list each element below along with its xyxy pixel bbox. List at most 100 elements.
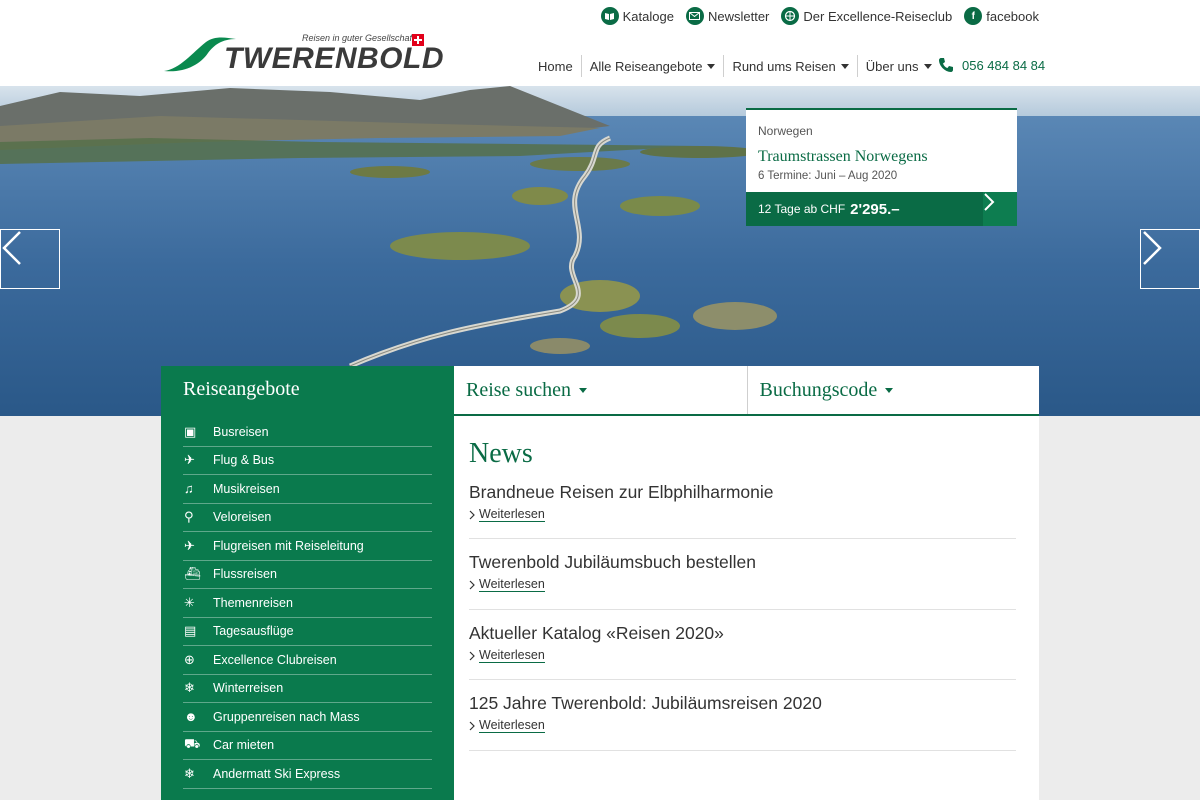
read-more-link[interactable]: Weiterlesen (469, 577, 545, 592)
main-nav: Home Alle Reiseangebote Rund ums Reisen … (530, 55, 940, 77)
news-heading: News (469, 438, 533, 469)
music-icon: ♫ (184, 481, 194, 497)
hero-teaser-card[interactable]: Norwegen Traumstrassen Norwegens 6 Termi… (746, 108, 1017, 226)
catalogs-link[interactable]: Kataloge (600, 7, 674, 25)
news-item: Brandneue Reisen zur Elbphilharmonie Wei… (469, 482, 1016, 539)
news-title[interactable]: Brandneue Reisen zur Elbphilharmonie (469, 482, 1016, 503)
chevron-right-icon (469, 580, 475, 589)
news-title[interactable]: Twerenbold Jubiläumsbuch bestellen (469, 552, 1016, 573)
teaser-region: Norwegen (758, 124, 813, 138)
bicycle-icon: ⚲ (184, 509, 194, 525)
facebook-link[interactable]: f facebook (964, 7, 1039, 25)
sidebar-item-label: Car mieten (213, 738, 275, 753)
club-icon: ⊕ (184, 651, 195, 667)
teaser-price: 2'295.– (850, 200, 900, 218)
book-icon (600, 7, 619, 25)
chevron-right-icon (984, 193, 995, 211)
teaser-price-bar[interactable]: 12 Tage ab CHF 2'295.– (746, 192, 1017, 226)
excellence-club-link[interactable]: Der Excellence-Reiseclub (781, 7, 952, 25)
chevron-right-icon (1143, 231, 1162, 265)
sidebar-item-label: Flug & Bus (213, 453, 275, 468)
sidebar-item-label: Winterreisen (213, 681, 284, 696)
sparkle-icon: ✳ (184, 594, 195, 610)
slider-prev-button[interactable] (0, 229, 60, 289)
nav-alle-reiseangebote[interactable]: Alle Reiseangebote (580, 55, 724, 77)
chevron-down-icon (707, 63, 716, 69)
news-title[interactable]: Aktueller Katalog «Reisen 2020» (469, 623, 1016, 644)
sidebar-item-veloreisen[interactable]: ⚲ Veloreisen (183, 504, 432, 532)
sidebar-item-flug-bus[interactable]: ✈ Flug & Bus (183, 447, 432, 475)
teaser-title[interactable]: Traumstrassen Norwegens (758, 148, 928, 166)
plane-bus-icon: ✈ (184, 452, 195, 468)
nav-rund-ums-reisen[interactable]: Rund ums Reisen (723, 55, 856, 77)
utility-links: Kataloge Newsletter Der Excellence-Reise… (600, 7, 1039, 25)
ticket-icon: ▤ (184, 623, 197, 639)
newsletter-link[interactable]: Newsletter (685, 7, 770, 25)
facebook-icon: f (964, 7, 983, 25)
read-more-label: Weiterlesen (479, 507, 545, 522)
sidebar-item-label: Veloreisen (213, 510, 272, 525)
nav-ueber-uns-label: Über uns (865, 58, 919, 74)
chevron-down-icon (923, 63, 932, 69)
sidebar-item-flussreisen[interactable]: ⛴ Flussreisen (183, 561, 432, 589)
teaser-go-button[interactable] (983, 192, 1017, 226)
excellence-club-label: Der Excellence-Reiseclub (803, 8, 953, 24)
tab-reise-suchen[interactable]: Reise suchen (454, 366, 747, 414)
newsletter-label: Newsletter (707, 8, 770, 24)
sidebar-item-label: Andermatt Ski Express (213, 766, 341, 781)
sidebar-item-musikreisen[interactable]: ♫ Musikreisen (183, 475, 432, 504)
teaser-price-prefix: 12 Tage ab CHF (758, 202, 846, 216)
slider-next-button[interactable] (1140, 229, 1200, 289)
sidebar-item-label: Excellence Clubreisen (213, 652, 337, 667)
bus-icon: ▣ (184, 423, 197, 439)
sidebar-title: Reiseangebote (183, 378, 300, 400)
tab-buchungscode-label: Buchungscode (759, 378, 878, 401)
sidebar-item-car-mieten[interactable]: ⛟ Car mieten (183, 732, 432, 760)
read-more-link[interactable]: Weiterlesen (469, 507, 545, 522)
sidebar-item-label: Themenreisen (213, 595, 293, 610)
group-icon: ☻ (184, 709, 198, 725)
nav-rund-ums-reisen-label: Rund ums Reisen (732, 58, 836, 74)
sidebar-item-label: Musikreisen (213, 481, 280, 496)
sidebar-item-label: Flugreisen mit Reiseleitung (213, 538, 364, 553)
envelope-icon (685, 7, 704, 25)
snowflake-icon: ❄ (184, 765, 195, 781)
sidebar-item-gruppenreisen[interactable]: ☻ Gruppenreisen nach Mass (183, 703, 432, 732)
car-icon: ⛟ (184, 736, 201, 752)
sidebar-item-winterreisen[interactable]: ❄ Winterreisen (183, 675, 432, 703)
logo-wordmark: TWERENBOLD (224, 42, 444, 75)
ship-icon: ⛴ (184, 566, 201, 582)
plane-icon: ✈ (184, 537, 195, 553)
travel-offers-sidebar: Reiseangebote ▣ Busreisen ✈ Flug & Bus ♫ Mu… (161, 366, 454, 800)
sidebar-item-andermatt-ski-express[interactable]: ❄ Andermatt Ski Express (183, 760, 432, 789)
nav-ueber-uns[interactable]: Über uns (856, 55, 940, 77)
search-tabs: Reise suchen Buchungscode (454, 366, 1039, 416)
sidebar-item-themenreisen[interactable]: ✳ Themenreisen (183, 589, 432, 618)
news-section: News Brandneue Reisen zur Elbphilharmoni… (454, 416, 1039, 800)
sidebar-item-busreisen[interactable]: ▣ Busreisen (183, 418, 432, 447)
read-more-link[interactable]: Weiterlesen (469, 648, 545, 663)
chevron-left-icon (2, 231, 21, 265)
chevron-down-icon (840, 63, 849, 69)
club-icon (781, 7, 800, 25)
sidebar-item-excellence-clubreisen[interactable]: ⊕ Excellence Clubreisen (183, 646, 432, 675)
teaser-dates: 6 Termine: Juni – Aug 2020 (758, 170, 898, 182)
sidebar-item-label: Flussreisen (213, 567, 277, 582)
phone-link[interactable]: 056 484 84 84 (938, 57, 1045, 73)
logo[interactable]: Reisen in guter Gesellschaft TWERENBOLD (162, 33, 443, 75)
phone-icon (939, 58, 953, 72)
nav-home[interactable]: Home (530, 55, 581, 77)
read-more-link[interactable]: Weiterlesen (469, 718, 545, 733)
nav-home-label: Home (538, 58, 573, 74)
sidebar-item-label: Busreisen (213, 424, 269, 439)
news-title[interactable]: 125 Jahre Twerenbold: Jubiläumsreisen 20… (469, 693, 1016, 714)
header: Kataloge Newsletter Der Excellence-Reise… (0, 0, 1200, 86)
sidebar-item-label: Tagesausflüge (213, 624, 294, 639)
chevron-right-icon (469, 510, 475, 519)
chevron-down-icon (578, 387, 587, 393)
sidebar-item-tagesausfluege[interactable]: ▤ Tagesausflüge (183, 618, 432, 646)
tab-buchungscode[interactable]: Buchungscode (746, 366, 1040, 414)
sidebar-item-flugreisen[interactable]: ✈ Flugreisen mit Reiseleitung (183, 532, 432, 561)
catalogs-label: Kataloge (622, 8, 674, 24)
snowflake-icon: ❄ (184, 680, 195, 696)
